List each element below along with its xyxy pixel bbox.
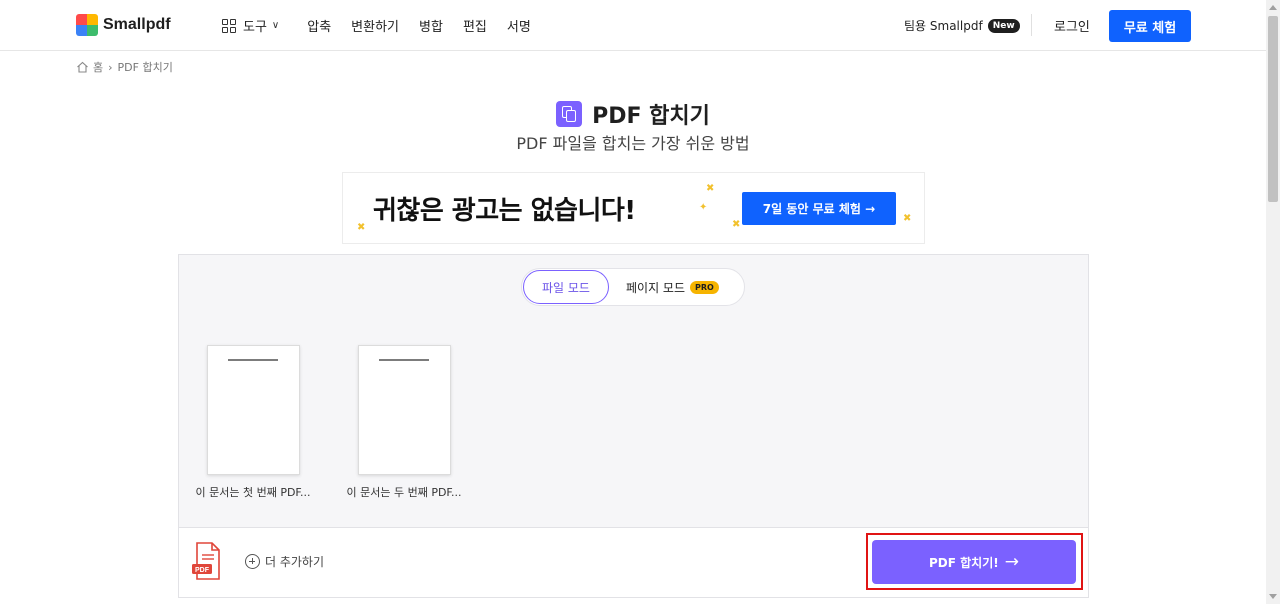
chevron-down-icon: ∨	[271, 20, 280, 31]
breadcrumb-separator: ›	[108, 60, 113, 74]
smallpdf-logo[interactable]: Smallpdf	[76, 14, 171, 36]
file-thumbnail[interactable]	[206, 345, 300, 475]
add-more-label: 더 추가하기	[265, 555, 325, 569]
tools-menu-label: 도구	[243, 20, 267, 35]
plus-circle-icon	[245, 554, 260, 569]
pdf-file-icon: PDF	[192, 542, 220, 580]
header-divider	[1031, 14, 1032, 36]
tools-menu-button[interactable]: 도구 ∨	[222, 16, 279, 35]
free-trial-button[interactable]: 무료 체험	[1109, 10, 1191, 42]
team-smallpdf-link[interactable]: 팀용 Smallpdf New	[904, 17, 1020, 34]
nav-link-compress[interactable]: 압축	[307, 16, 331, 35]
nav-link-edit[interactable]: 편집	[463, 16, 487, 35]
file-card[interactable]: 이 문서는 두 번째 PDF...	[339, 345, 469, 500]
new-badge: New	[987, 18, 1020, 33]
page-scrollbar[interactable]	[1266, 0, 1280, 604]
page-title: PDF 합치기	[592, 104, 710, 129]
scroll-down-arrow-icon[interactable]	[1269, 594, 1277, 599]
sparkle-icon: ✖	[732, 219, 741, 230]
pdf-icon-label: PDF	[195, 567, 210, 574]
sparkle-icon: ✦	[699, 202, 708, 213]
file-mode-tab[interactable]: 파일 모드	[523, 270, 609, 304]
breadcrumb-home[interactable]: 홈	[93, 59, 103, 75]
logo-text: Smallpdf	[103, 16, 171, 33]
file-thumbnail[interactable]	[357, 345, 451, 475]
merge-button-label: PDF 합치기!	[929, 555, 999, 570]
breadcrumb-current: PDF 합치기	[117, 61, 173, 74]
nav-link-convert[interactable]: 변환하기	[351, 16, 399, 35]
scrollbar-thumb[interactable]	[1268, 16, 1278, 202]
thumbnail-text-line	[378, 359, 429, 361]
page-subtitle: PDF 파일을 합치는 가장 쉬운 방법	[516, 134, 750, 153]
ad-banner: ✖ 귀찮은 광고는 없습니다! ✖ ✦ ✖ ✖ 7일 동안 무료 체험 →	[342, 172, 925, 244]
smallpdf-logo-icon	[76, 14, 98, 36]
breadcrumb: 홈 › PDF 합치기	[76, 59, 173, 75]
arrow-right-icon: →	[1004, 552, 1019, 572]
sparkle-icon: ✖	[357, 222, 366, 233]
file-name: 이 문서는 두 번째 PDF...	[346, 486, 462, 499]
file-name: 이 문서는 첫 번째 PDF...	[195, 486, 311, 499]
merge-tool-icon	[556, 101, 583, 127]
add-more-button[interactable]: 더 추가하기	[245, 553, 324, 570]
sparkle-icon: ✖	[903, 213, 912, 224]
grid-icon	[222, 18, 236, 33]
login-link[interactable]: 로그인	[1054, 16, 1090, 35]
nav-link-merge[interactable]: 병합	[419, 16, 443, 35]
ad-free-trial-button[interactable]: 7일 동안 무료 체험 →	[742, 192, 896, 225]
team-smallpdf-label: 팀용 Smallpdf	[904, 19, 983, 33]
merge-workspace: 파일 모드 페이지 모드 PRO 이 문서는 첫 번째 PDF... 이 문서는…	[178, 254, 1089, 528]
ad-headline: 귀찮은 광고는 없습니다!	[373, 196, 636, 226]
mode-toggle: 파일 모드 페이지 모드 PRO	[521, 268, 745, 306]
top-header: Smallpdf 도구 ∨ 압축 변환하기 병합 편집 서명 팀용 Smallp…	[0, 0, 1266, 51]
thumbnail-text-line	[227, 359, 278, 361]
home-icon[interactable]	[76, 61, 89, 73]
main-nav: 도구 ∨ 압축 변환하기 병합 편집 서명	[222, 16, 551, 35]
scroll-up-arrow-icon[interactable]	[1269, 5, 1277, 10]
page-title-row: PDF 합치기	[0, 98, 1266, 130]
sparkle-icon: ✖	[706, 183, 715, 194]
merge-pdf-button[interactable]: PDF 합치기! →	[872, 540, 1076, 584]
nav-link-sign[interactable]: 서명	[507, 16, 531, 35]
pro-badge: PRO	[690, 281, 719, 294]
page-mode-label: 페이지 모드	[626, 281, 686, 295]
page-mode-tab[interactable]: 페이지 모드 PRO	[626, 279, 719, 296]
file-card[interactable]: 이 문서는 첫 번째 PDF...	[188, 345, 318, 500]
